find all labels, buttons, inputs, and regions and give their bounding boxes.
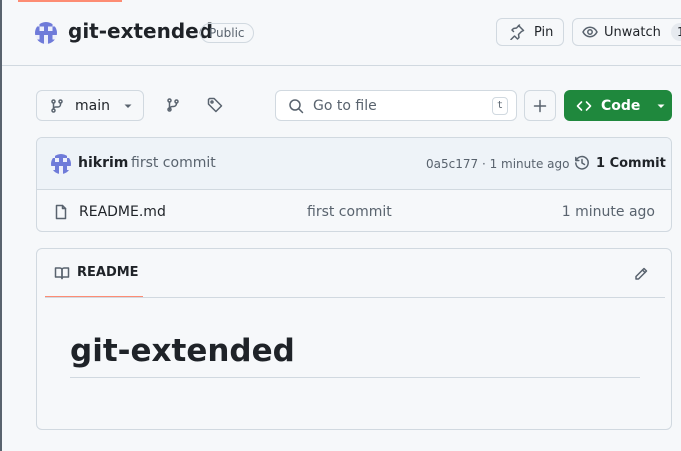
history-icon xyxy=(575,155,589,170)
code-icon xyxy=(576,100,592,111)
git-branch-icon xyxy=(51,98,63,113)
readme-heading: git-extended xyxy=(70,333,640,378)
repo-name-link[interactable]: git-extended xyxy=(68,19,213,43)
identicon-icon xyxy=(51,154,71,174)
commit-count-label: 1 Commit xyxy=(596,155,666,171)
commit-history-link[interactable]: 1 Commit xyxy=(574,155,666,171)
repo-header: git-extended Public Pin Unwatch 1 xyxy=(2,0,681,66)
file-name-link[interactable]: README.md xyxy=(79,204,166,220)
pin-label: Pin xyxy=(534,24,554,40)
commit-hash-and-age[interactable]: 0a5c177 · 1 minute ago xyxy=(426,157,569,171)
tab-readme[interactable]: README xyxy=(45,249,143,298)
readme-tab-label: README xyxy=(77,265,139,280)
plus-icon xyxy=(533,99,547,112)
eye-icon xyxy=(582,26,598,38)
commit-author-link[interactable]: hikrim xyxy=(78,155,128,171)
file-icon xyxy=(55,204,67,220)
tags-link[interactable] xyxy=(207,97,223,117)
branches-link[interactable] xyxy=(165,97,181,117)
keyboard-shortcut-hint: t xyxy=(492,97,508,115)
identicon-icon xyxy=(35,22,57,44)
chevron-down-icon xyxy=(657,104,665,108)
divider xyxy=(45,297,665,298)
edit-readme-button[interactable] xyxy=(633,266,649,286)
book-icon xyxy=(54,266,70,279)
repo-avatar[interactable] xyxy=(35,22,57,44)
file-browser: hikrim first commit 0a5c177 · 1 minute a… xyxy=(36,137,672,232)
tag-icon xyxy=(207,97,223,113)
branch-selector[interactable]: main xyxy=(36,90,144,121)
chevron-down-icon xyxy=(124,104,132,108)
search-icon xyxy=(289,98,304,113)
unwatch-label: Unwatch xyxy=(604,24,661,40)
pin-icon xyxy=(510,24,525,40)
latest-commit-row: hikrim first commit 0a5c177 · 1 minute a… xyxy=(37,138,671,190)
branches-icon xyxy=(167,98,179,112)
branch-name: main xyxy=(75,97,110,114)
file-commit-message-link[interactable]: first commit xyxy=(307,204,392,220)
commit-author-avatar[interactable] xyxy=(51,154,71,174)
visibility-badge: Public xyxy=(200,23,254,43)
add-file-button[interactable] xyxy=(524,90,556,121)
code-label: Code xyxy=(601,97,641,114)
commit-message-link[interactable]: first commit xyxy=(131,155,216,171)
go-to-file-input[interactable]: Go to file t xyxy=(275,90,517,121)
pin-button[interactable]: Pin xyxy=(496,18,564,46)
search-placeholder: Go to file xyxy=(313,97,377,114)
unwatch-button[interactable]: Unwatch 1 xyxy=(572,18,681,46)
file-row: README.md first commit 1 minute ago xyxy=(37,190,671,231)
file-commit-age: 1 minute ago xyxy=(561,204,655,220)
pencil-icon xyxy=(635,267,648,280)
code-button[interactable]: Code xyxy=(564,90,672,121)
watch-counter: 1 xyxy=(670,23,681,41)
readme-panel: README git-extended xyxy=(36,248,672,430)
